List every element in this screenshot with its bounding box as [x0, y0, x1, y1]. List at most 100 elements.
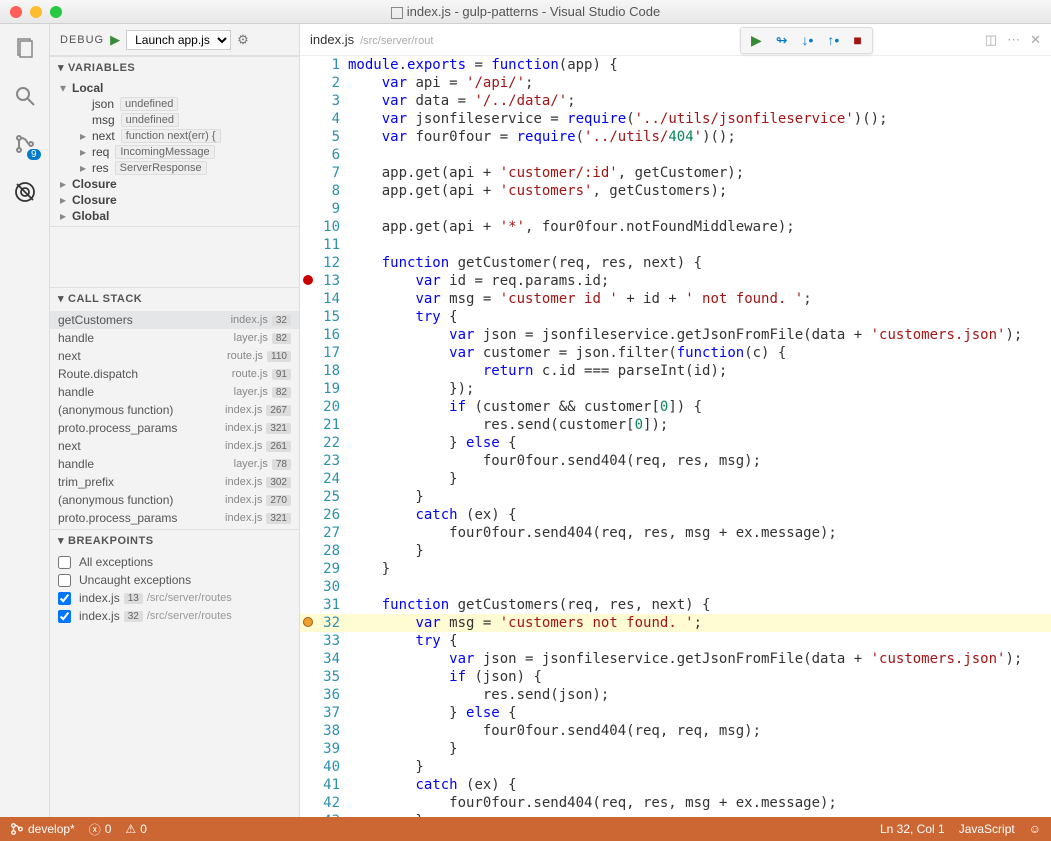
code-line[interactable]: 4 var jsonfileservice = require('../util…: [300, 110, 1051, 128]
code-line[interactable]: 23 four0four.send404(req, res, msg);: [300, 452, 1051, 470]
code-line[interactable]: 33 try {: [300, 632, 1051, 650]
code-line[interactable]: 20 if (customer && customer[0]) {: [300, 398, 1051, 416]
code-line[interactable]: 32 var msg = 'customers not found. ';: [300, 614, 1051, 632]
editor-tab[interactable]: index.js /src/server/rout: [310, 32, 433, 47]
stack-frame[interactable]: (anonymous function)index.js270: [50, 491, 299, 509]
continue-button[interactable]: ▶: [751, 32, 762, 49]
stack-frame[interactable]: proto.process_paramsindex.js321: [50, 509, 299, 527]
code-line[interactable]: 1module.exports = function(app) {: [300, 56, 1051, 74]
current-breakpoint-icon[interactable]: [303, 617, 313, 627]
code-line[interactable]: 35 if (json) {: [300, 668, 1051, 686]
code-line[interactable]: 31 function getCustomers(req, res, next)…: [300, 596, 1051, 614]
step-out-button[interactable]: ↑•: [827, 32, 839, 49]
breakpoint-dot-icon[interactable]: [303, 275, 313, 285]
code-line[interactable]: 16 var json = jsonfileservice.getJsonFro…: [300, 326, 1051, 344]
step-over-button[interactable]: ↬: [776, 32, 788, 49]
code-line[interactable]: 42 four0four.send404(req, res, msg + ex.…: [300, 794, 1051, 812]
stack-frame[interactable]: proto.process_paramsindex.js321: [50, 419, 299, 437]
breakpoint-checkbox[interactable]: [58, 592, 71, 605]
variable-scope[interactable]: ▾Local: [50, 80, 299, 96]
code-line[interactable]: 24 }: [300, 470, 1051, 488]
stack-frame[interactable]: handlelayer.js78: [50, 455, 299, 473]
errors-status[interactable]: ⓧ0: [89, 821, 112, 838]
debug-config-select[interactable]: Launch app.js: [126, 30, 231, 50]
stack-frame[interactable]: (anonymous function)index.js267: [50, 401, 299, 419]
code-line[interactable]: 36 res.send(json);: [300, 686, 1051, 704]
code-line[interactable]: 29 }: [300, 560, 1051, 578]
code-line[interactable]: 18 return c.id === parseInt(id);: [300, 362, 1051, 380]
code-line[interactable]: 14 var msg = 'customer id ' + id + ' not…: [300, 290, 1051, 308]
breakpoint-row[interactable]: All exceptions: [50, 553, 299, 571]
breakpoint-row[interactable]: index.js32/src/server/routes: [50, 607, 299, 625]
code-line[interactable]: 25 }: [300, 488, 1051, 506]
code-line[interactable]: 3 var data = '/../data/';: [300, 92, 1051, 110]
stack-frame[interactable]: getCustomersindex.js32: [50, 311, 299, 329]
code-line[interactable]: 5 var four0four = require('../utils/404'…: [300, 128, 1051, 146]
code-line[interactable]: 22 } else {: [300, 434, 1051, 452]
search-icon[interactable]: [11, 82, 39, 110]
variable-scope[interactable]: ▸Closure: [50, 176, 299, 192]
code-line[interactable]: 8 app.get(api + 'customers', getCustomer…: [300, 182, 1051, 200]
variable-row[interactable]: jsonundefined: [50, 96, 299, 112]
breakpoints-section-header[interactable]: ▾BREAKPOINTS: [50, 530, 299, 551]
code-line[interactable]: 41 catch (ex) {: [300, 776, 1051, 794]
code-line[interactable]: 15 try {: [300, 308, 1051, 326]
debug-settings-button[interactable]: ⚙: [237, 32, 249, 48]
variable-scope[interactable]: ▸Global: [50, 208, 299, 224]
code-line[interactable]: 43 }: [300, 812, 1051, 817]
breakpoint-checkbox[interactable]: [58, 556, 71, 569]
code-line[interactable]: 39 }: [300, 740, 1051, 758]
code-line[interactable]: 10 app.get(api + '*', four0four.notFound…: [300, 218, 1051, 236]
stop-button[interactable]: ■: [853, 32, 861, 49]
breakpoint-row[interactable]: Uncaught exceptions: [50, 571, 299, 589]
code-line[interactable]: 12 function getCustomer(req, res, next) …: [300, 254, 1051, 272]
code-line[interactable]: 21 res.send(customer[0]);: [300, 416, 1051, 434]
code-line[interactable]: 26 catch (ex) {: [300, 506, 1051, 524]
variable-row[interactable]: ▸resServerResponse: [50, 160, 299, 176]
start-debug-button[interactable]: ▶: [110, 32, 120, 48]
code-editor[interactable]: 1module.exports = function(app) {2 var a…: [300, 56, 1051, 817]
stack-frame[interactable]: nextroute.js110: [50, 347, 299, 365]
step-into-button[interactable]: ↓•: [802, 32, 814, 49]
code-line[interactable]: 11: [300, 236, 1051, 254]
close-editor-icon[interactable]: ✕: [1030, 32, 1041, 48]
code-line[interactable]: 30: [300, 578, 1051, 596]
source-control-icon[interactable]: 9: [11, 130, 39, 158]
code-line[interactable]: 37 } else {: [300, 704, 1051, 722]
code-line[interactable]: 38 four0four.send404(req, req, msg);: [300, 722, 1051, 740]
variable-row[interactable]: ▸nextfunction next(err) {: [50, 128, 299, 144]
code-line[interactable]: 28 }: [300, 542, 1051, 560]
code-line[interactable]: 34 var json = jsonfileservice.getJsonFro…: [300, 650, 1051, 668]
breakpoint-row[interactable]: index.js13/src/server/routes: [50, 589, 299, 607]
language-mode[interactable]: JavaScript: [959, 822, 1015, 836]
code-line[interactable]: 13 var id = req.params.id;: [300, 272, 1051, 290]
stack-frame[interactable]: nextindex.js261: [50, 437, 299, 455]
variable-row[interactable]: msgundefined: [50, 112, 299, 128]
variables-section-header[interactable]: ▾VARIABLES: [50, 57, 299, 78]
warnings-status[interactable]: ⚠0: [125, 822, 146, 836]
feedback-icon[interactable]: ☺: [1029, 822, 1041, 836]
stack-frame[interactable]: Route.dispatchroute.js91: [50, 365, 299, 383]
code-line[interactable]: 27 four0four.send404(req, res, msg + ex.…: [300, 524, 1051, 542]
stack-frame[interactable]: trim_prefixindex.js302: [50, 473, 299, 491]
variable-scope[interactable]: ▸Closure: [50, 192, 299, 208]
breakpoint-checkbox[interactable]: [58, 610, 71, 623]
cursor-position[interactable]: Ln 32, Col 1: [880, 822, 945, 836]
code-line[interactable]: 40 }: [300, 758, 1051, 776]
more-icon[interactable]: ⋯: [1007, 32, 1020, 48]
code-line[interactable]: 6: [300, 146, 1051, 164]
breakpoint-checkbox[interactable]: [58, 574, 71, 587]
debug-icon[interactable]: [11, 178, 39, 206]
variable-row[interactable]: ▸reqIncomingMessage: [50, 144, 299, 160]
stack-frame[interactable]: handlelayer.js82: [50, 383, 299, 401]
code-line[interactable]: 19 });: [300, 380, 1051, 398]
branch-status[interactable]: develop*: [10, 822, 75, 836]
code-line[interactable]: 17 var customer = json.filter(function(c…: [300, 344, 1051, 362]
code-line[interactable]: 2 var api = '/api/';: [300, 74, 1051, 92]
code-line[interactable]: 7 app.get(api + 'customer/:id', getCusto…: [300, 164, 1051, 182]
code-line[interactable]: 9: [300, 200, 1051, 218]
explorer-icon[interactable]: [11, 34, 39, 62]
split-editor-icon[interactable]: ◫: [985, 32, 997, 48]
stack-frame[interactable]: handlelayer.js82: [50, 329, 299, 347]
callstack-section-header[interactable]: ▾CALL STACK: [50, 288, 299, 309]
